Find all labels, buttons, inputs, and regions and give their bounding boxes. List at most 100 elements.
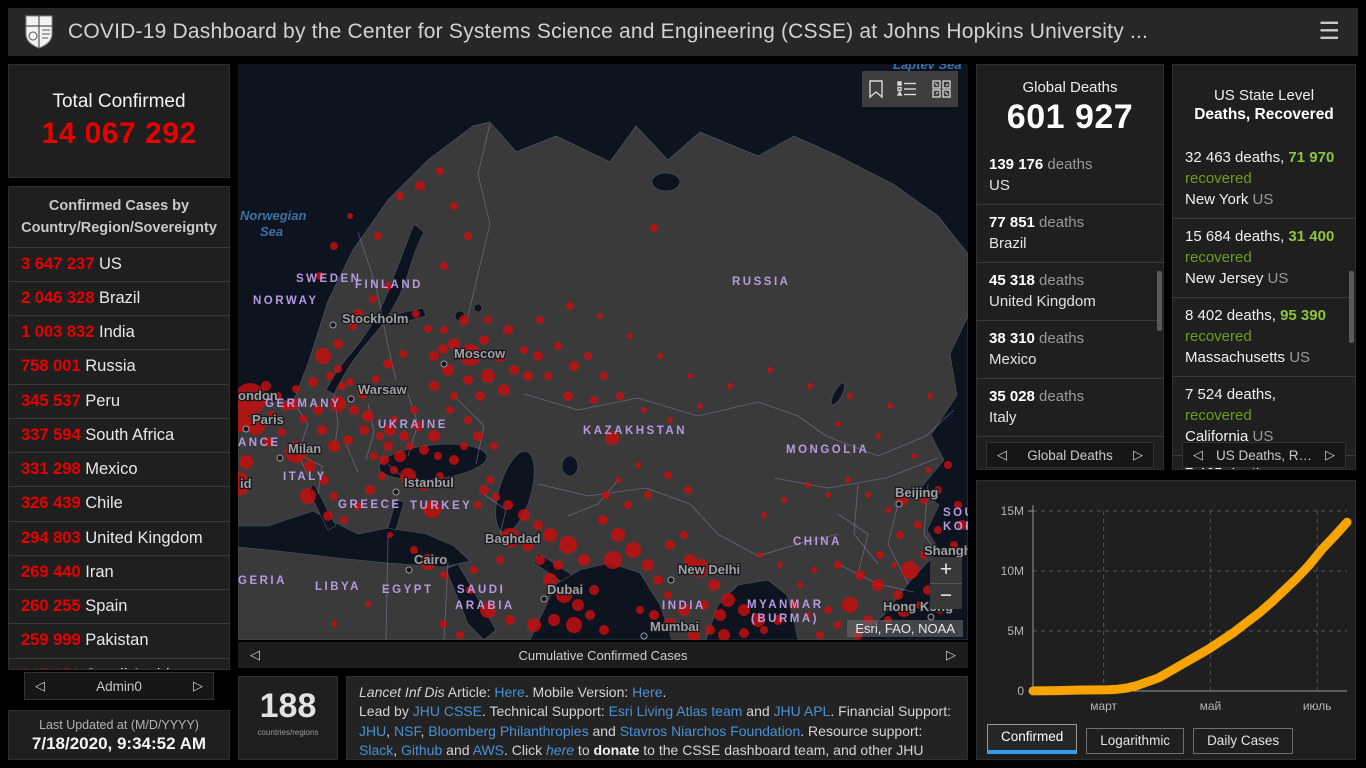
svg-text:SWEDEN: SWEDEN [296,273,361,285]
menu-icon[interactable]: ☰ [1318,20,1340,44]
world-map[interactable]: StockholmMoscowWarsawondonParisMilanidIs… [238,64,968,640]
bookmark-icon[interactable] [869,80,883,98]
pager-prev-icon[interactable]: ◁ [35,678,45,694]
svg-text:Istanbul: Istanbul [404,475,454,490]
country-row[interactable]: 245 851 Saudi Arabia [9,659,229,670]
deaths-row[interactable]: 139 176 deathsUS [977,147,1163,205]
pager-prev-icon[interactable]: ◁ [1193,447,1203,463]
countries-count-panel: 188 countries/regions [238,676,338,760]
attribution-link[interactable]: Slack [359,742,393,758]
country-row[interactable]: 260 255 Spain [9,590,229,624]
scrollbar-thumb[interactable] [1349,271,1354,343]
attribution-link[interactable]: AWS [473,742,504,758]
us-state-panel: US State Level Deaths, Recovered 32 463 … [1172,64,1356,470]
deaths-row[interactable]: 38 310 deathsMexico [977,321,1163,379]
last-updated-label: Last Updated at (M/D/YYYY) [9,718,229,732]
zoom-in-button[interactable]: + [930,557,962,584]
confirmed-by-country-title: Confirmed Cases by Country/Region/Sovere… [9,187,229,248]
svg-text:Beijing: Beijing [895,485,938,500]
attribution-link[interactable]: Bloomberg Philanthropies [428,723,588,739]
us-state-row[interactable]: 32 463 deaths, 71 970 recoveredNew York … [1173,140,1355,219]
svg-text:SAUDI: SAUDI [457,584,505,596]
deaths-row[interactable]: 45 318 deathsUnited Kingdom [977,263,1163,321]
countries-count-label: countries/regions [239,728,337,737]
country-row[interactable]: 337 594 South Africa [9,419,229,453]
country-row[interactable]: 331 298 Mexico [9,453,229,487]
country-row[interactable]: 1 003 832 India [9,316,229,350]
svg-text:5M: 5M [1007,624,1024,638]
header-bar: COVID-19 Dashboard by the Center for Sys… [8,8,1358,56]
attribution-link[interactable]: JHU APL [774,703,831,719]
pager-next-icon[interactable]: ▷ [946,647,956,663]
attribution-link[interactable]: Github [401,742,442,758]
svg-text:EGYPT: EGYPT [382,584,433,596]
svg-text:id: id [240,476,252,491]
svg-text:GERMANY: GERMANY [265,398,341,410]
chart-tab-confirmed[interactable]: Confirmed [987,724,1077,754]
pager-label: Admin0 [96,679,142,694]
svg-text:Warsaw: Warsaw [358,382,408,397]
country-row[interactable]: 294 803 United Kingdom [9,522,229,556]
attribution-line: Lancet Inf Dis Article: Here. Mobile Ver… [359,683,955,702]
svg-text:New Delhi: New Delhi [678,562,740,577]
country-row[interactable]: 2 046 328 Brazil [9,282,229,316]
zoom-out-button[interactable]: − [930,584,962,610]
cumulative-cases-chart[interactable]: 05M10M15Mмартмайиюль [977,485,1355,725]
us-state-title: US State Level [1173,87,1355,104]
basemap-icon[interactable] [932,80,951,98]
us-state-row[interactable]: 15 684 deaths, 31 400 recoveredNew Jerse… [1173,219,1355,298]
pager-prev-icon[interactable]: ◁ [250,647,260,663]
pager-next-icon[interactable]: ▷ [1325,447,1335,463]
jhu-logo-icon [24,14,54,50]
country-row[interactable]: 3 647 237 US [9,248,229,282]
country-row[interactable]: 269 440 Iran [9,556,229,590]
svg-text:Stockholm: Stockholm [342,311,408,326]
pager-next-icon[interactable]: ▷ [193,678,203,694]
svg-text:TURKEY: TURKEY [410,500,472,512]
svg-text:RUSSIA: RUSSIA [732,276,790,288]
us-deaths-pager: ◁ US Deaths, R… ▷ [1182,442,1346,468]
global-deaths-panel: Global Deaths 601 927 139 176 deathsUS77… [976,64,1164,470]
attribution-link[interactable]: here [546,742,574,758]
svg-text:ANCE: ANCE [238,437,281,449]
svg-text:Norwegian: Norwegian [240,208,307,223]
svg-text:ARABIA: ARABIA [455,600,515,612]
global-deaths-title: Global Deaths [977,79,1163,96]
confirmed-by-country-panel: Confirmed Cases by Country/Region/Sovere… [8,186,230,670]
page-title: COVID-19 Dashboard by the Center for Sys… [68,20,1310,44]
country-row[interactable]: 259 999 Pakistan [9,624,229,658]
attribution-link[interactable]: Here [494,684,524,700]
attribution-line: Lead by JHU CSSE. Technical Support: Esr… [359,702,955,721]
svg-text:Dubai: Dubai [547,582,583,597]
attribution-link[interactable]: JHU CSSE [413,703,482,719]
pager-prev-icon[interactable]: ◁ [997,447,1007,463]
total-confirmed-value: 14 067 292 [9,117,229,151]
chart-tab-daily-cases[interactable]: Daily Cases [1193,728,1293,754]
country-row[interactable]: 326 439 Chile [9,487,229,521]
attribution-link[interactable]: JHU [359,723,386,739]
map-footer-label: Cumulative Confirmed Cases [518,648,687,663]
attribution-link[interactable]: Here [632,684,662,700]
country-row[interactable]: 345 537 Peru [9,385,229,419]
svg-text:NORWAY: NORWAY [253,295,319,307]
attribution-link[interactable]: Stavros Niarchos Foundation [620,723,801,739]
map-attribution: Esri, FAO, NOAA [847,620,963,637]
svg-text:INDIA: INDIA [662,600,706,612]
svg-text:Baghdad: Baghdad [485,531,541,546]
pager-next-icon[interactable]: ▷ [1133,447,1143,463]
svg-text:SOUT: SOUT [943,507,968,519]
chart-tab-logarithmic[interactable]: Logarithmic [1086,728,1184,754]
deaths-row[interactable]: 77 851 deathsBrazil [977,205,1163,263]
attribution-link[interactable]: NSF [394,723,420,739]
us-state-row[interactable]: 8 402 deaths, 95 390 recoveredMassachuse… [1173,298,1355,377]
legend-icon[interactable] [897,81,917,97]
svg-text:GERIA: GERIA [238,575,287,587]
last-updated-panel: Last Updated at (M/D/YYYY) 7/18/2020, 9:… [8,710,230,760]
cases-chart-panel: 05M10M15Mмартмайиюль Confirmed Logarithmi… [976,480,1356,760]
pager-label: US Deaths, R… [1216,448,1312,463]
scrollbar-thumb[interactable] [1157,271,1162,331]
attribution-link[interactable]: Esri Living Atlas team [609,703,743,719]
country-row[interactable]: 758 001 Russia [9,350,229,384]
deaths-row[interactable]: 35 028 deathsItaly [977,379,1163,437]
attribution-line: Slack, Github and AWS. Click here to don… [359,741,955,760]
